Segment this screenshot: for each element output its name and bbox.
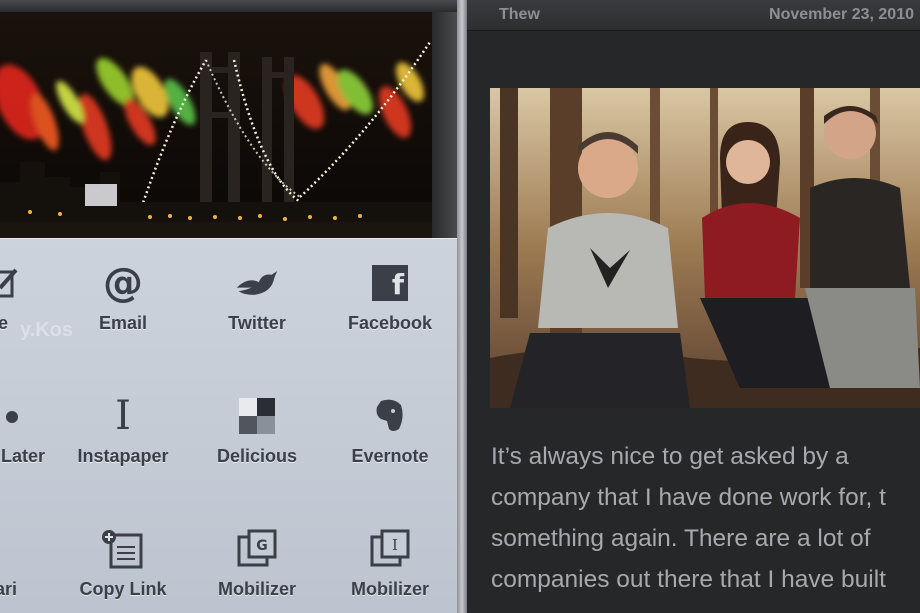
edit-icon bbox=[0, 261, 25, 305]
left-status-bar bbox=[0, 0, 457, 12]
article-photo bbox=[490, 88, 920, 408]
share-item-evernote[interactable]: Evernote bbox=[325, 394, 455, 494]
share-item-twitter[interactable]: Twitter bbox=[192, 261, 322, 361]
left-phone-screen: y.Kos e @ Email Twitter f Facebook Later… bbox=[0, 0, 457, 613]
at-icon: @ bbox=[103, 260, 143, 306]
article-line: companies out there that I have built bbox=[491, 566, 886, 593]
safari-icon bbox=[0, 527, 25, 571]
article-line: something again. There are a lot of bbox=[491, 525, 871, 552]
share-item-delicious[interactable]: Delicious bbox=[192, 394, 322, 494]
share-item-label: Email bbox=[98, 313, 148, 333]
right-phone-screen: Thew November 23, 2010 It’s always nice … bbox=[467, 0, 920, 613]
share-item-google-mobilizer[interactable]: G Mobilizer bbox=[192, 527, 322, 613]
share-item-label: Later bbox=[0, 446, 45, 466]
twitter-bird-icon bbox=[235, 261, 279, 305]
share-item-label: Twitter bbox=[228, 313, 286, 333]
share-item-label: Evernote bbox=[351, 446, 429, 466]
copy-link-icon bbox=[101, 527, 145, 571]
article-body: It’s always nice to get asked by a compa… bbox=[491, 436, 920, 600]
share-item-label: Instapaper bbox=[77, 446, 169, 466]
share-item-facebook[interactable]: f Facebook bbox=[325, 261, 455, 361]
share-item-instapaper[interactable]: I Instapaper bbox=[58, 393, 188, 494]
share-item-label: Facebook bbox=[347, 313, 433, 333]
share-item-label: ari bbox=[0, 579, 18, 599]
article-source[interactable]: Thew bbox=[499, 6, 540, 24]
share-item-label: Delicious bbox=[216, 446, 298, 466]
evernote-elephant-icon bbox=[368, 394, 412, 438]
facebook-icon: f bbox=[368, 261, 412, 305]
article-line: It’s always nice to get asked by a bbox=[491, 443, 849, 470]
svg-text:I: I bbox=[392, 536, 398, 554]
google-mobilizer-icon: G bbox=[235, 527, 279, 571]
share-item-instapaper-mobilizer[interactable]: I Mobilizer bbox=[325, 527, 455, 613]
article-header-bar: Thew November 23, 2010 bbox=[467, 0, 920, 31]
share-item-email[interactable]: @ Email bbox=[58, 260, 188, 361]
bridge-fireworks-photo bbox=[0, 12, 432, 238]
share-item-copy-link[interactable]: Copy Link bbox=[58, 527, 188, 613]
share-item-label: Copy Link bbox=[79, 579, 167, 599]
article-date: November 23, 2010 bbox=[769, 6, 914, 23]
share-sheet: y.Kos e @ Email Twitter f Facebook Later… bbox=[0, 238, 457, 613]
phone-divider bbox=[457, 0, 467, 613]
instapaper-mobilizer-icon: I bbox=[368, 527, 412, 571]
left-phone-edge bbox=[432, 12, 457, 238]
share-item-label: Mobilizer bbox=[350, 579, 429, 599]
read-later-icon bbox=[1, 394, 45, 438]
instapaper-icon: I bbox=[115, 393, 131, 439]
share-item-label: Mobilizer bbox=[217, 579, 296, 599]
share-item-label: e bbox=[0, 313, 8, 333]
article-line: company that I have done work for, t bbox=[491, 484, 886, 511]
delicious-icon bbox=[235, 394, 279, 438]
svg-text:G: G bbox=[256, 538, 268, 554]
